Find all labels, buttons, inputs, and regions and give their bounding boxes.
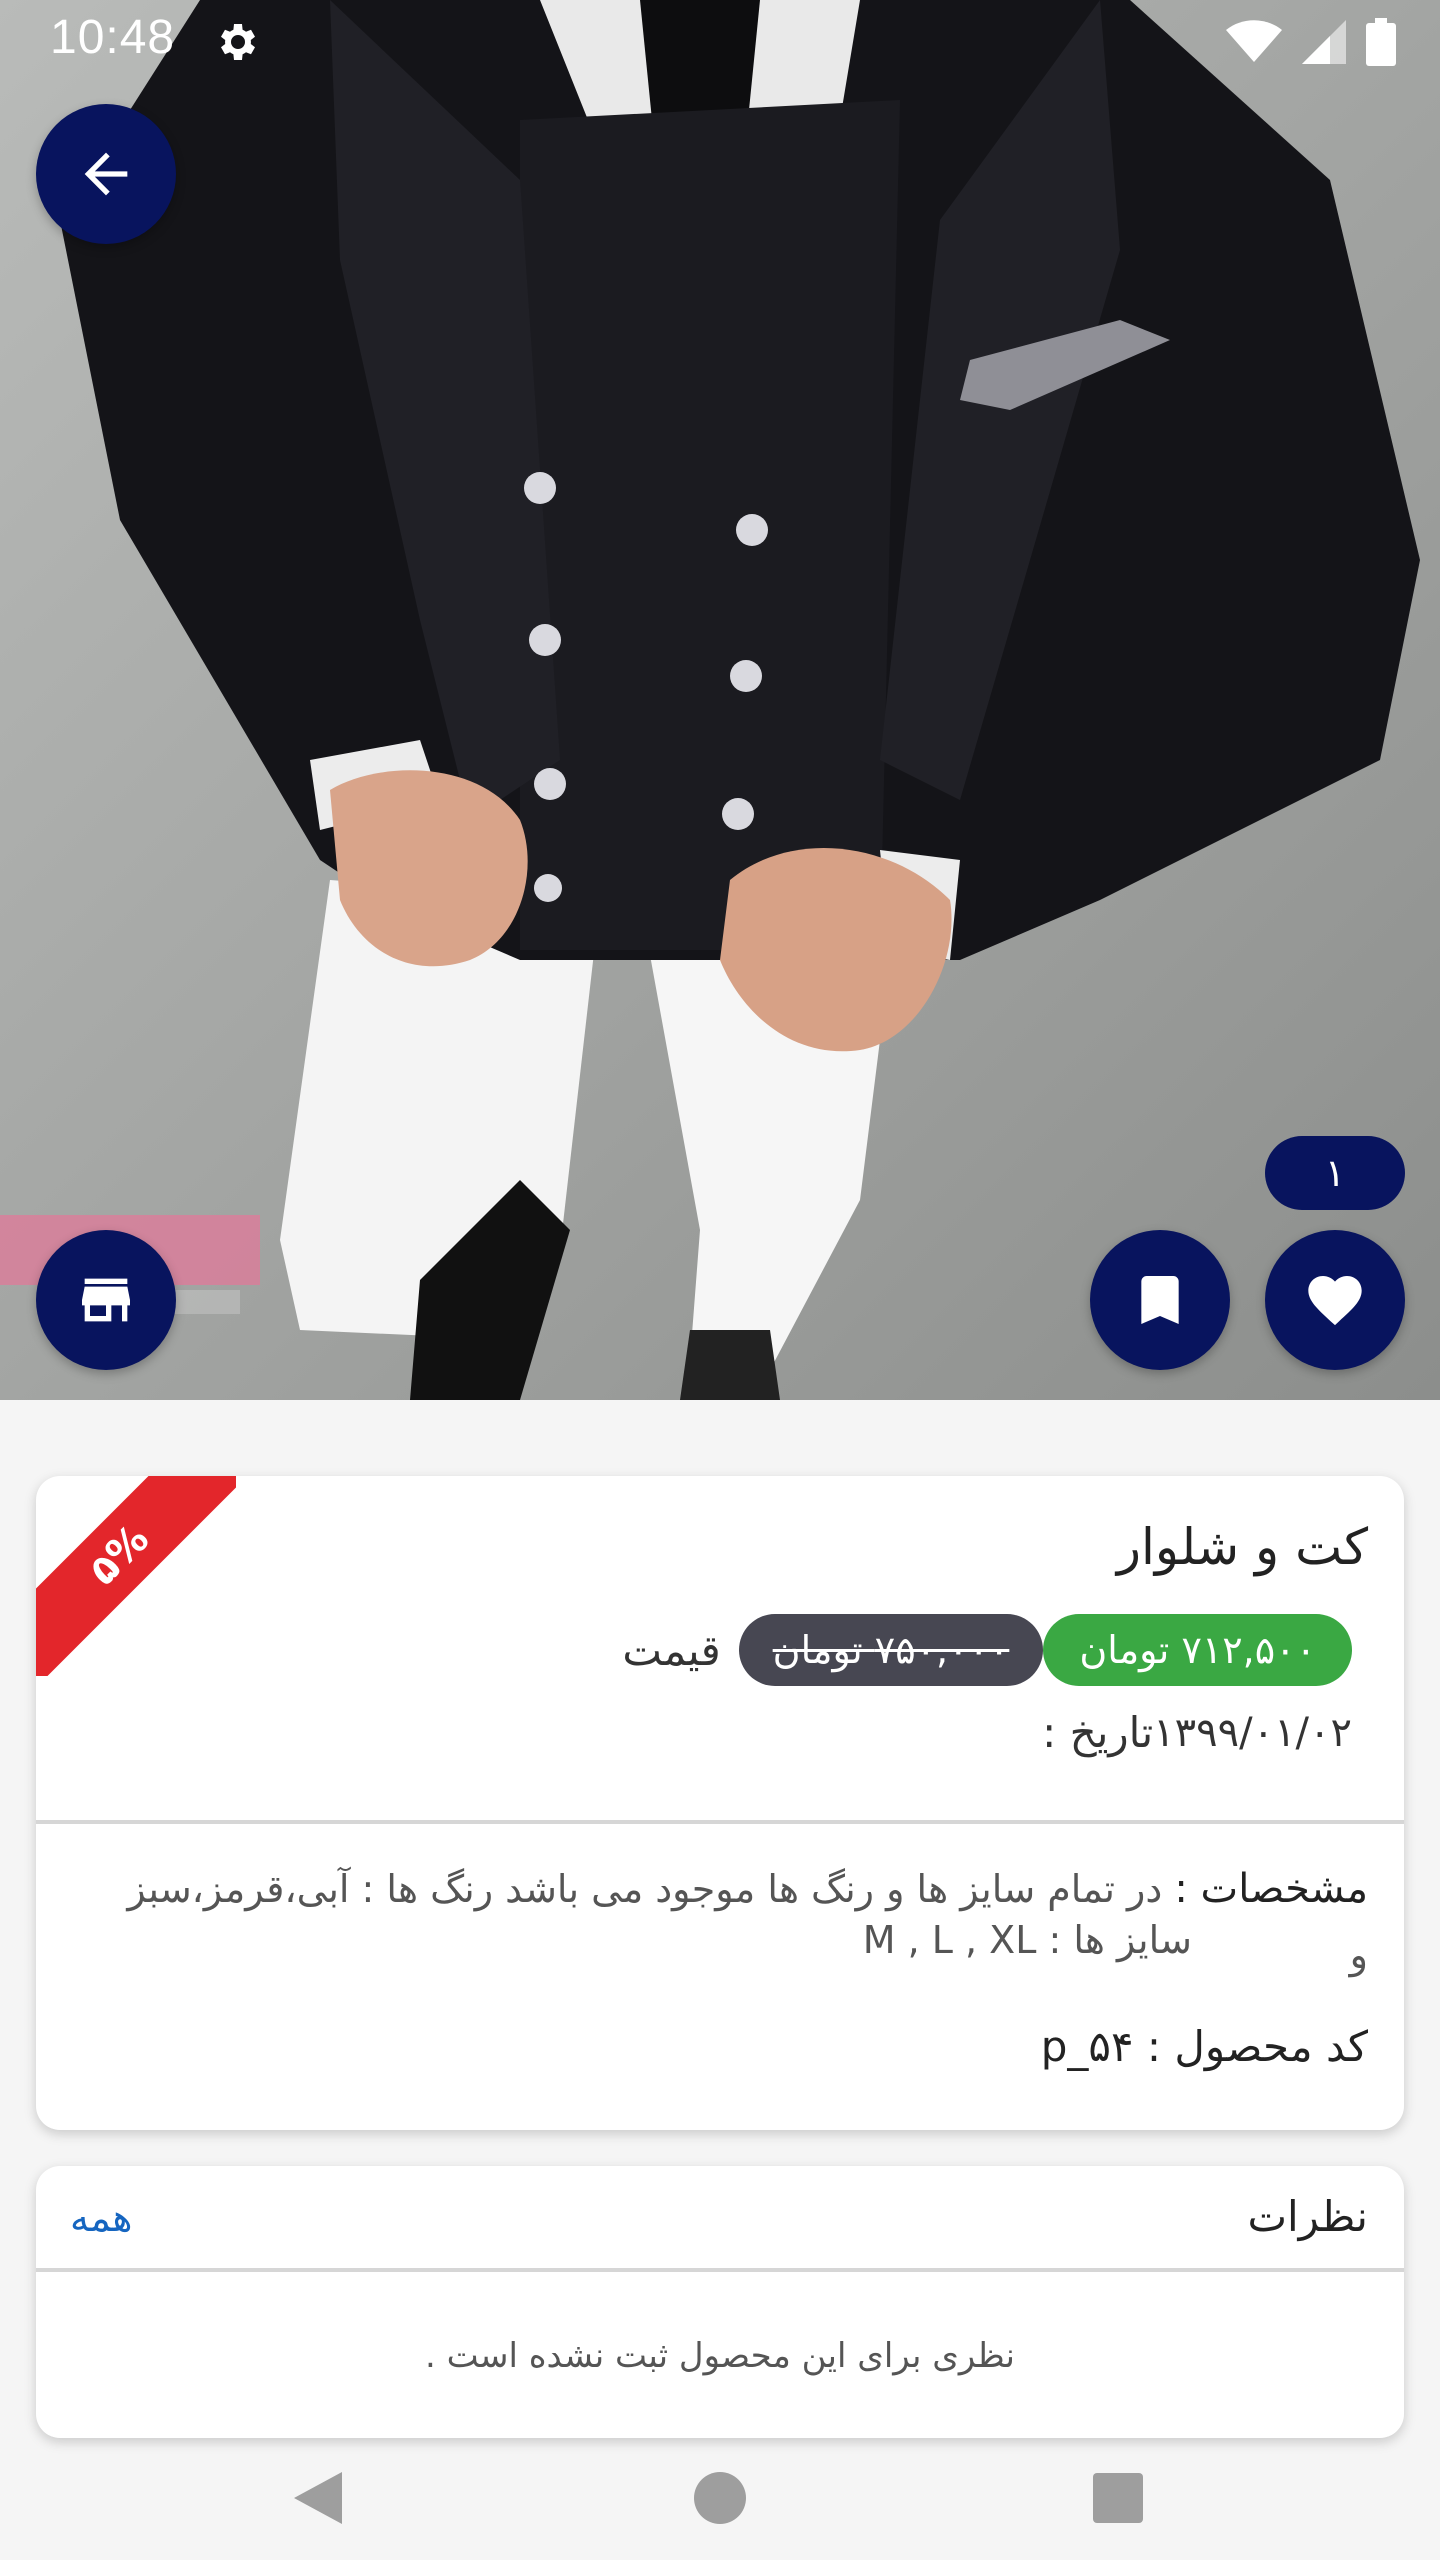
cell-signal-icon: [1302, 20, 1346, 64]
heart-icon: [1308, 1276, 1362, 1326]
specs-sizes: سایز ها : M , L , XL: [862, 1918, 1192, 1962]
nav-home-button[interactable]: [680, 2458, 760, 2538]
store-button[interactable]: [36, 1230, 176, 1370]
comments-header: نظرات همه: [36, 2166, 1404, 2270]
battery-icon: [1366, 18, 1396, 66]
product-title: کت و شلوار: [1116, 1518, 1368, 1576]
discount-ribbon: ۵%: [36, 1476, 236, 1676]
price-label: قیمت: [622, 1625, 721, 1675]
comments-title: نظرات: [1247, 2192, 1368, 2241]
product-code-value: p_۵۴: [1040, 2022, 1134, 2071]
date-row: تاریخ : ۱۳۹۹/۰۱/۰۲: [1018, 1708, 1352, 1757]
like-button[interactable]: [1265, 1230, 1405, 1370]
specs-label: مشخصات :: [1174, 1866, 1368, 1912]
price-row: قیمت ۷۵۰,۰۰۰ تومان ۷۱۲,۵۰۰ تومان: [598, 1614, 1352, 1686]
bookmark-icon: [1141, 1276, 1179, 1324]
old-price: ۷۵۰,۰۰۰ تومان: [738, 1614, 1044, 1686]
system-nav-bar: [0, 2440, 1440, 2560]
product-image: [0, 0, 1440, 1400]
date-value: ۱۳۹۹/۰۱/۰۲: [1153, 1709, 1352, 1756]
gear-icon: [221, 24, 255, 60]
comments-all-link[interactable]: همه: [70, 2196, 132, 2240]
product-code-label: کد محصول :: [1146, 2022, 1368, 2071]
nav-back-icon: [294, 2472, 342, 2524]
comments-card: نظرات همه نظری برای این محصول ثبت نشده ا…: [36, 2166, 1404, 2438]
product-code-row: کد محصول : p_۵۴: [1041, 2022, 1368, 2071]
comments-divider: [36, 2268, 1404, 2272]
nav-back-button[interactable]: [278, 2458, 358, 2538]
product-info-card: ۵% کت و شلوار قیمت ۷۵۰,۰۰۰ تومان ۷۱۲,۵۰۰…: [36, 1476, 1404, 2130]
comments-empty-message: نظری برای این محصول ثبت نشده است .: [424, 2336, 1016, 2376]
nav-recents-button[interactable]: [1078, 2458, 1158, 2538]
new-price: ۷۱۲,۵۰۰ تومان: [1043, 1614, 1352, 1686]
arrow-back-icon: [84, 152, 128, 196]
store-icon: [82, 1278, 130, 1322]
discount-badge: ۵%: [36, 1476, 236, 1676]
product-photo[interactable]: 10:48 ۱: [0, 0, 1440, 1400]
bookmark-button[interactable]: [1090, 1230, 1230, 1370]
status-bar: 10:48: [0, 0, 1440, 84]
wifi-icon: [1226, 20, 1282, 62]
back-button[interactable]: [36, 104, 176, 244]
date-label: تاریخ :: [1042, 1708, 1154, 1757]
like-count-badge: ۱: [1265, 1136, 1405, 1210]
status-time: 10:48: [50, 11, 176, 64]
nav-recents-icon: [1093, 2473, 1143, 2523]
card-divider: [36, 1820, 1404, 1824]
status-icons: [1226, 18, 1396, 66]
product-detail-screen: 10:48 ۱ ۵% کت و شلوار قیمت ۷۵۰,۰۰۰ تومان…: [0, 0, 1440, 2560]
nav-home-icon: [694, 2472, 746, 2524]
